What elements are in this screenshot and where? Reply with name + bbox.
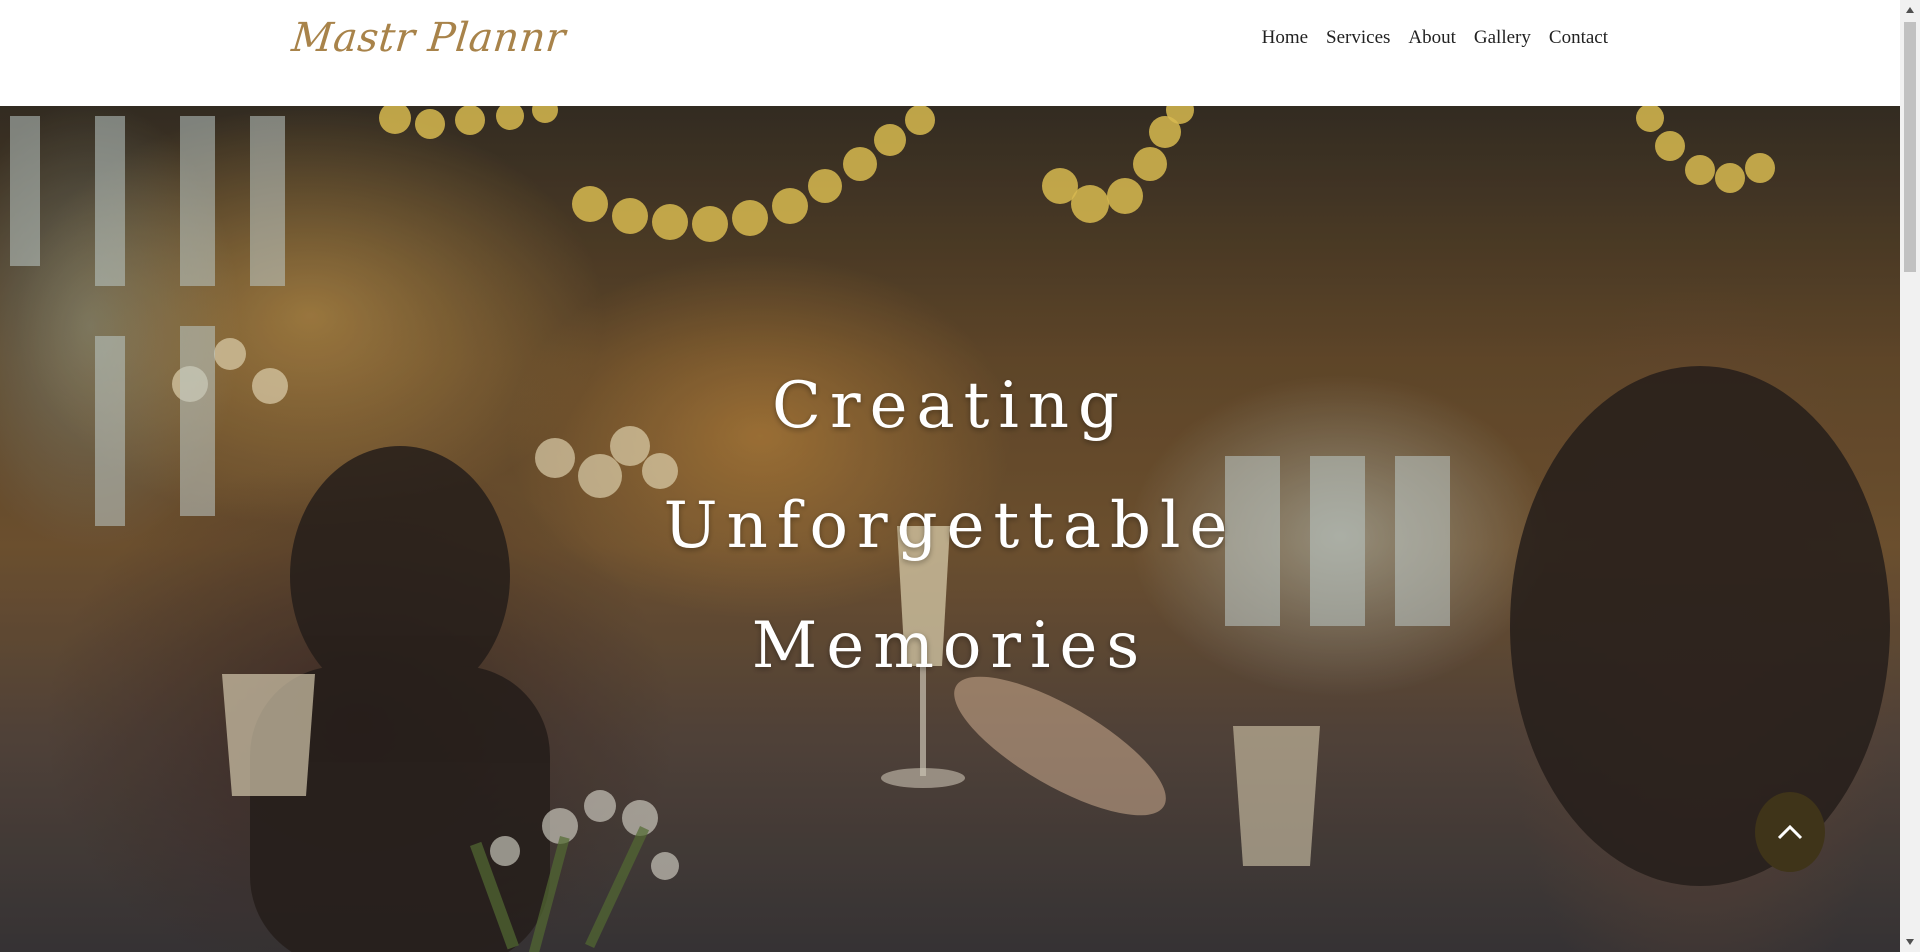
scroll-to-top-button[interactable] xyxy=(1755,792,1825,872)
chevron-up-icon xyxy=(1777,824,1803,840)
hero-section: Creating Unforgettable Memories xyxy=(0,106,1900,952)
nav-link-contact[interactable]: Contact xyxy=(1540,24,1608,52)
hero-title-line-2: Unforgettable xyxy=(663,489,1237,563)
site-logo[interactable]: Mastr Plannr xyxy=(289,12,568,64)
main-nav: Home Services About Gallery Contact xyxy=(1253,24,1608,52)
nav-link-about[interactable]: About xyxy=(1399,24,1465,52)
triangle-up-icon xyxy=(1906,7,1914,13)
nav-link-services[interactable]: Services xyxy=(1317,24,1399,52)
scrollbar-down-button[interactable] xyxy=(1900,932,1920,952)
vertical-scrollbar[interactable] xyxy=(1900,0,1920,952)
site-header: Mastr Plannr Home Services About Gallery… xyxy=(0,0,1900,106)
page-viewport: Mastr Plannr Home Services About Gallery… xyxy=(0,0,1900,952)
triangle-down-icon xyxy=(1906,939,1914,945)
scrollbar-up-button[interactable] xyxy=(1900,0,1920,20)
hero-title-line-1: Creating xyxy=(772,369,1128,443)
hero-title-line-3: Memories xyxy=(751,609,1149,683)
nav-link-home[interactable]: Home xyxy=(1253,24,1317,52)
scrollbar-thumb[interactable] xyxy=(1904,22,1916,272)
hero-title: Creating Unforgettable Memories xyxy=(0,346,1900,706)
nav-link-gallery[interactable]: Gallery xyxy=(1465,24,1540,52)
